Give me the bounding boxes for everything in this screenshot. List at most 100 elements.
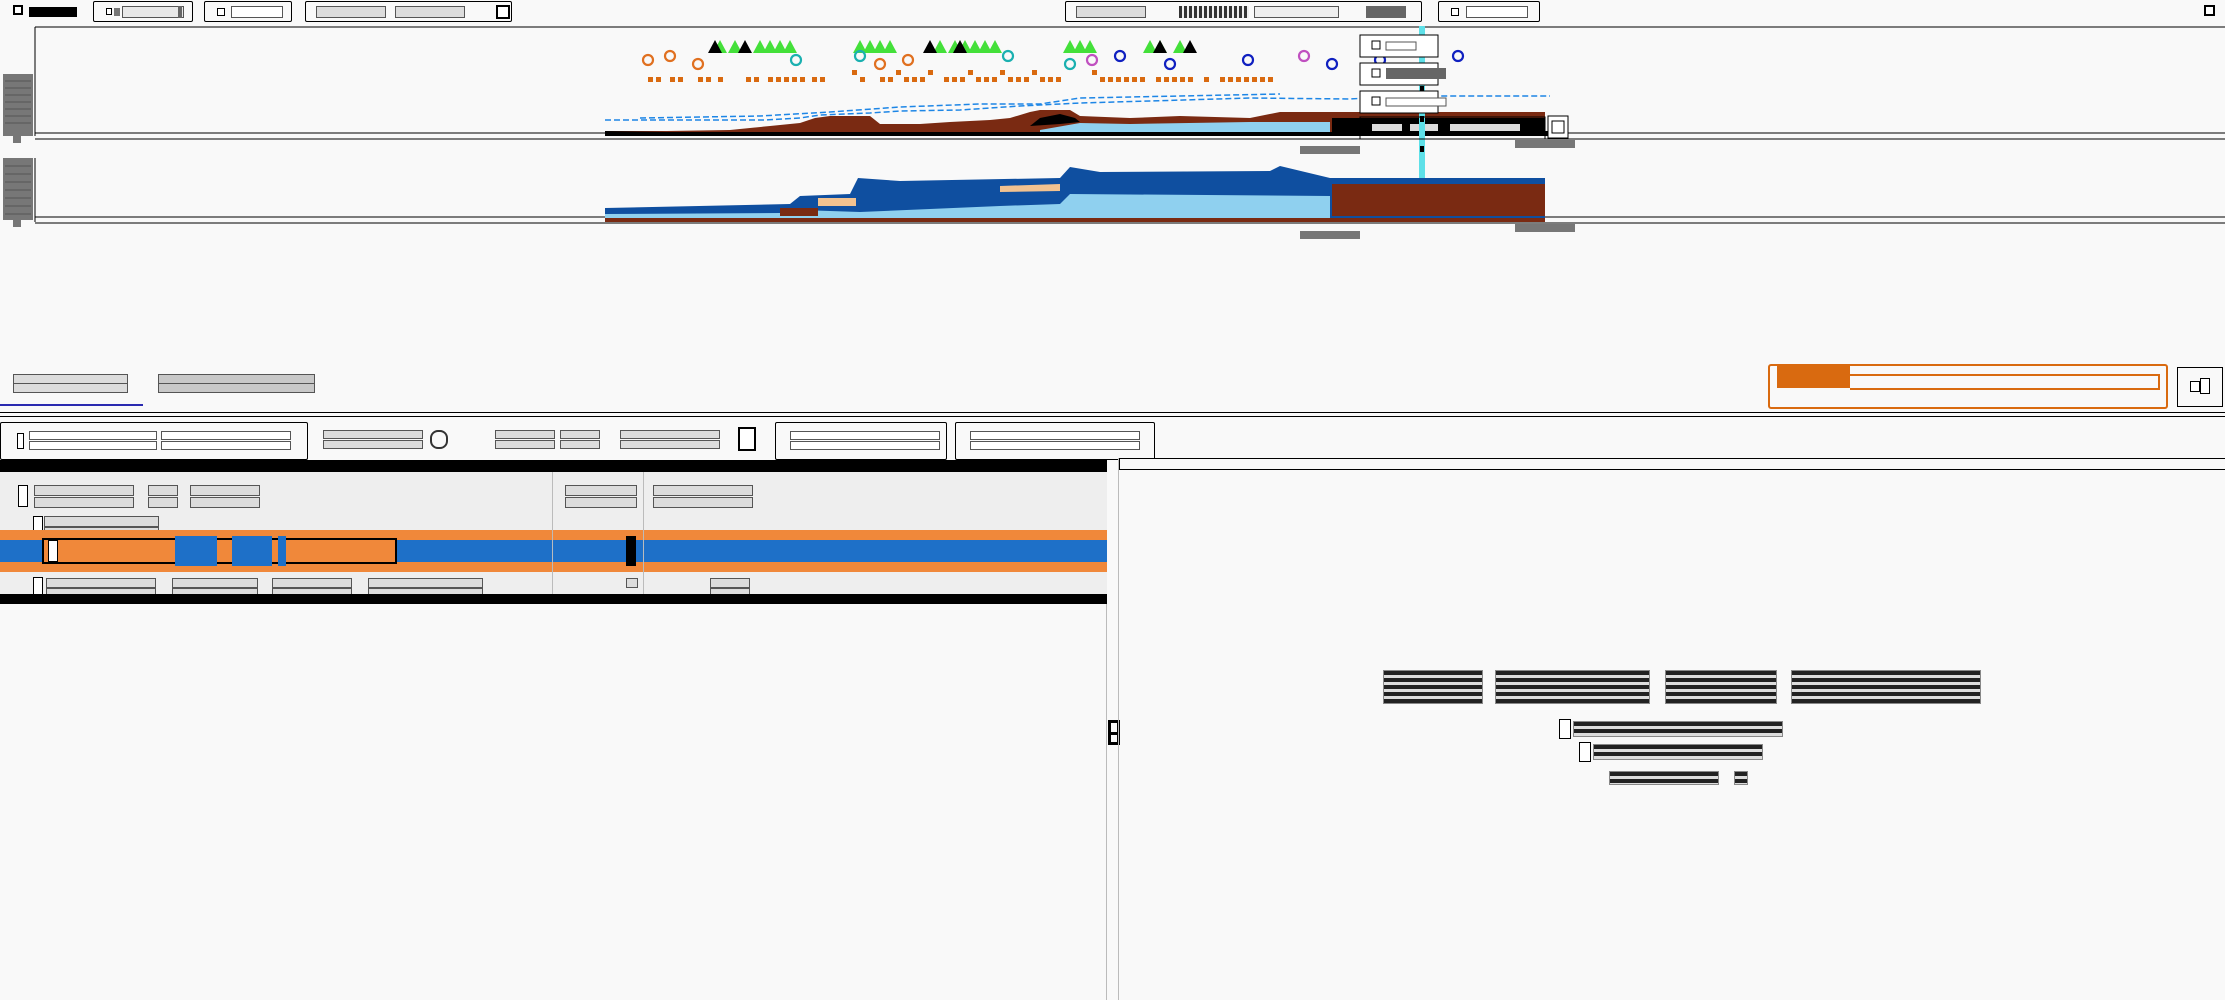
feature-square[interactable] <box>784 77 789 82</box>
feature-square[interactable] <box>1268 77 1273 82</box>
variant-marker-green[interactable] <box>783 40 797 53</box>
feature-square[interactable] <box>1204 77 1209 82</box>
toggle-icon[interactable] <box>106 8 112 15</box>
filter-field[interactable] <box>29 431 157 440</box>
feature-ring[interactable] <box>1297 49 1311 63</box>
feature-square[interactable] <box>1156 77 1161 82</box>
feature-square[interactable] <box>888 77 893 82</box>
filter-field[interactable] <box>161 441 291 450</box>
feature-ring[interactable] <box>1241 53 1255 67</box>
feature-square[interactable] <box>928 70 933 75</box>
feature-ring[interactable] <box>873 57 887 71</box>
table-cell[interactable] <box>626 536 636 566</box>
filter-icon[interactable] <box>17 433 24 449</box>
table-cell[interactable] <box>190 485 260 496</box>
feature-square[interactable] <box>1092 70 1097 75</box>
sort-field[interactable] <box>790 431 940 440</box>
feature-square[interactable] <box>1260 77 1265 82</box>
variant-marker-black[interactable] <box>1153 40 1167 53</box>
feature-square[interactable] <box>718 77 723 82</box>
feature-ring[interactable] <box>641 53 655 67</box>
feature-square[interactable] <box>952 77 957 82</box>
feature-square[interactable] <box>1040 77 1045 82</box>
columns-icon[interactable] <box>738 427 756 451</box>
feature-square[interactable] <box>852 70 857 75</box>
variant-marker-green[interactable] <box>883 40 897 53</box>
feature-square[interactable] <box>754 77 759 82</box>
feature-square[interactable] <box>992 77 997 82</box>
variant-marker-black[interactable] <box>738 40 752 53</box>
position-field[interactable] <box>231 6 283 18</box>
table-cell[interactable] <box>272 578 352 588</box>
variant-marker-black[interactable] <box>1183 40 1197 53</box>
feature-square[interactable] <box>1172 77 1177 82</box>
range-end-field[interactable] <box>395 6 465 18</box>
feature-square[interactable] <box>960 77 965 82</box>
filter-field[interactable] <box>161 431 291 440</box>
feature-ring[interactable] <box>901 53 915 67</box>
variant-table[interactable] <box>0 460 1107 1000</box>
table-cell[interactable] <box>565 497 637 508</box>
feature-square[interactable] <box>706 77 711 82</box>
feature-square[interactable] <box>1016 77 1021 82</box>
table-cell[interactable] <box>42 538 397 564</box>
feature-square[interactable] <box>648 77 653 82</box>
variant-markers[interactable] <box>708 40 1197 53</box>
nav-field[interactable] <box>1254 6 1339 18</box>
zoom-slider[interactable] <box>122 6 184 18</box>
column-field[interactable] <box>560 440 600 449</box>
feature-square[interactable] <box>1180 77 1185 82</box>
feature-square[interactable] <box>1244 77 1249 82</box>
feature-ring[interactable] <box>1001 49 1015 63</box>
feature-ring[interactable] <box>1163 57 1177 71</box>
feature-square[interactable] <box>746 77 751 82</box>
stop-icon[interactable] <box>13 5 23 15</box>
feature-square[interactable] <box>1056 77 1061 82</box>
feature-square[interactable] <box>768 77 773 82</box>
drag-handle-icon[interactable] <box>3 74 33 143</box>
genome-track-panel[interactable] <box>0 26 2225 356</box>
feature-ring[interactable] <box>1113 49 1127 63</box>
filter-field[interactable] <box>29 441 157 450</box>
swap-icon[interactable] <box>430 430 448 449</box>
feature-ring[interactable] <box>663 49 677 63</box>
feature-square[interactable] <box>776 77 781 82</box>
feature-square[interactable] <box>792 77 797 82</box>
locus-field[interactable] <box>1466 6 1528 18</box>
track2-coverage[interactable] <box>605 166 1575 239</box>
export-field[interactable] <box>970 441 1140 450</box>
table-cell[interactable] <box>232 536 272 566</box>
table-row-selected[interactable] <box>0 530 1107 572</box>
column-field[interactable] <box>495 440 555 449</box>
feature-square[interactable] <box>1116 77 1121 82</box>
feature-square[interactable] <box>896 70 901 75</box>
table-cell[interactable] <box>190 497 260 508</box>
table-cell[interactable] <box>710 578 750 588</box>
feature-square[interactable] <box>656 77 661 82</box>
sort-field[interactable] <box>790 441 940 450</box>
table-cell[interactable] <box>172 578 258 588</box>
export-field[interactable] <box>970 431 1140 440</box>
progress-toggle-button[interactable] <box>2177 367 2223 407</box>
variant-marker-green[interactable] <box>1083 40 1097 53</box>
feature-square[interactable] <box>860 77 865 82</box>
range-start-field[interactable] <box>316 6 386 18</box>
feature-square[interactable] <box>1228 77 1233 82</box>
feature-square[interactable] <box>1164 77 1169 82</box>
feature-square[interactable] <box>820 77 825 82</box>
zoom-slider-thumb[interactable] <box>178 6 182 18</box>
nav-thumb[interactable] <box>1366 6 1406 18</box>
active-tab-underline[interactable] <box>0 404 143 406</box>
feature-square[interactable] <box>912 77 917 82</box>
feature-square[interactable] <box>984 77 989 82</box>
track-name-field[interactable] <box>13 383 128 393</box>
feature-square[interactable] <box>1252 77 1257 82</box>
feature-square[interactable] <box>1024 77 1029 82</box>
variant-marker-green[interactable] <box>988 40 1002 53</box>
feature-square[interactable] <box>976 77 981 82</box>
feature-square[interactable] <box>1124 77 1129 82</box>
feature-square[interactable] <box>1220 77 1225 82</box>
stop-icon[interactable] <box>2204 5 2215 16</box>
feature-ring[interactable] <box>691 57 705 71</box>
column-field[interactable] <box>620 430 720 439</box>
